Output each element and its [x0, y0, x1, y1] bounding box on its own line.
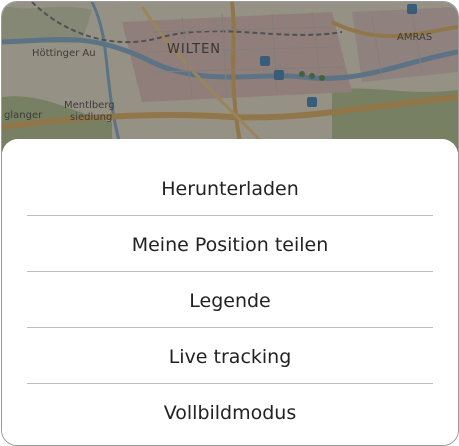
screen: Höttinger Au WILTEN AMRAS Mentlberg sied… — [1, 1, 459, 446]
legend-menu-item[interactable]: Legende — [27, 273, 433, 329]
download-label: Herunterladen — [161, 178, 299, 200]
action-sheet: Herunterladen Meine Position teilen Lege… — [2, 139, 458, 445]
divider — [27, 215, 433, 216]
live-tracking-menu-item[interactable]: Live tracking — [27, 329, 433, 385]
download-menu-item[interactable]: Herunterladen — [27, 161, 433, 217]
fullscreen-label: Vollbildmodus — [163, 402, 297, 424]
share-position-menu-item[interactable]: Meine Position teilen — [27, 217, 433, 273]
divider — [27, 327, 433, 328]
modal-overlay[interactable] — [2, 2, 458, 152]
fullscreen-menu-item[interactable]: Vollbildmodus — [27, 385, 433, 441]
divider — [27, 271, 433, 272]
legend-label: Legende — [189, 290, 271, 312]
live-tracking-label: Live tracking — [168, 346, 292, 368]
divider — [27, 383, 433, 384]
map-view[interactable]: Höttinger Au WILTEN AMRAS Mentlberg sied… — [2, 2, 458, 152]
share-position-label: Meine Position teilen — [131, 234, 329, 256]
